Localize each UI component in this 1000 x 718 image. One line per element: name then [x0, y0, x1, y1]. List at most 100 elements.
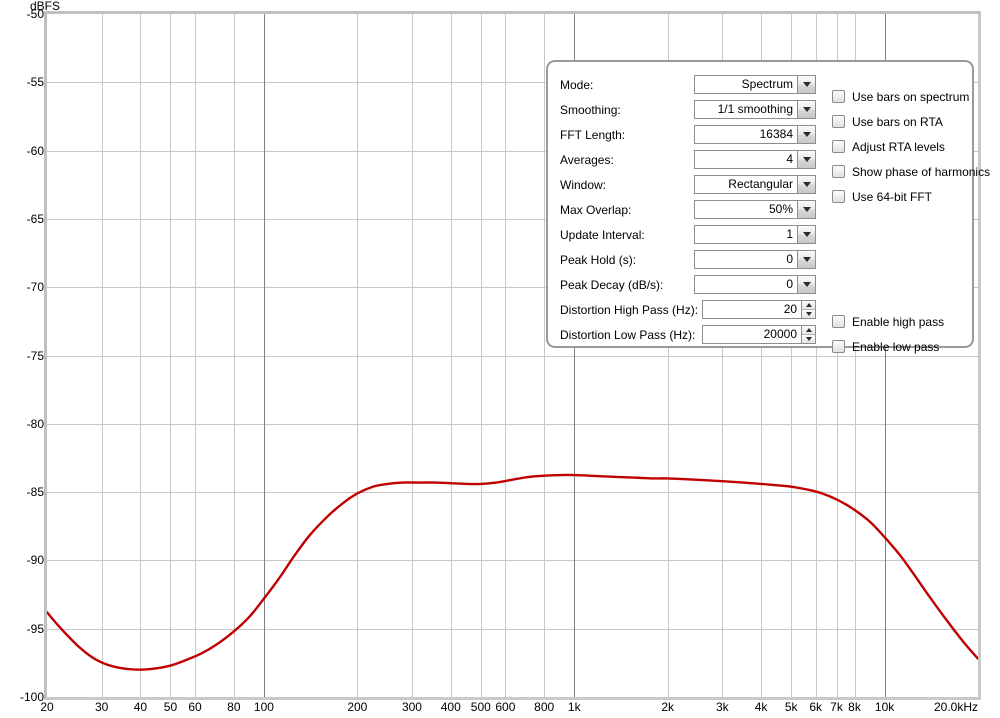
- x-axis-tick-label: 40: [133, 700, 148, 714]
- chevron-down-icon: [802, 232, 811, 237]
- chevron-down-icon: [802, 82, 811, 87]
- x-axis-tick-label: 20: [40, 700, 54, 714]
- field-value[interactable]: 4: [694, 150, 797, 169]
- checkbox-group-display: Use bars on spectrum Use bars on RTA Adjus…: [832, 84, 990, 209]
- x-axis-tick-label: 6k: [809, 700, 823, 714]
- checkbox-row[interactable]: Adjust RTA levels: [832, 134, 990, 159]
- field-label: Update Interval:: [560, 227, 645, 242]
- dropdown-control[interactable]: 1: [694, 225, 816, 244]
- settings-field-row: Smoothing: 1/1 smoothing: [560, 97, 816, 122]
- y-axis-tick-label: -55: [26, 75, 44, 90]
- y-axis-tick-label: -60: [26, 143, 44, 158]
- spinner-control[interactable]: 20: [702, 300, 817, 319]
- checkbox-row[interactable]: Use 64-bit FFT: [832, 184, 990, 209]
- settings-field-row: Peak Decay (dB/s): 0: [560, 272, 816, 297]
- dropdown-arrow-button[interactable]: [797, 175, 816, 194]
- checkbox-label: Use bars on spectrum: [852, 89, 970, 104]
- dropdown-control[interactable]: 1/1 smoothing: [694, 100, 816, 119]
- y-axis-tick-label: -65: [26, 211, 44, 226]
- x-axis-tick-label: 50: [163, 700, 178, 714]
- field-value[interactable]: 50%: [694, 200, 797, 219]
- dropdown-control[interactable]: 0: [694, 250, 816, 269]
- field-label: Peak Decay (dB/s):: [560, 277, 664, 292]
- dropdown-control[interactable]: 0: [694, 275, 816, 294]
- x-axis-tick-label: 8k: [848, 700, 861, 714]
- dropdown-control[interactable]: 4: [694, 150, 816, 169]
- spinner-down-button[interactable]: [802, 310, 816, 318]
- x-axis: 20 30 40 50 60 80 100 200 300 400 500 600 800 1k 2k 3k 4…: [0, 700, 1000, 718]
- checkbox-icon[interactable]: [832, 315, 845, 328]
- chevron-down-icon: [802, 107, 811, 112]
- triangle-down-icon: [805, 337, 812, 341]
- x-axis-tick-label: 4k: [754, 700, 768, 714]
- dropdown-arrow-button[interactable]: [797, 200, 816, 219]
- x-axis-tick-label: 600: [495, 700, 516, 714]
- checkbox-label: Use 64-bit FFT: [852, 189, 933, 204]
- dropdown-arrow-button[interactable]: [797, 100, 816, 119]
- settings-field-row: Distortion Low Pass (Hz): 20000: [560, 322, 816, 347]
- field-value[interactable]: 1/1 smoothing: [694, 100, 797, 119]
- settings-columns: Mode: Spectrum Smoothing: 1/1 smoothing FFT …: [560, 72, 990, 354]
- x-axis-tick-label: 3k: [715, 700, 729, 714]
- dropdown-arrow-button[interactable]: [797, 125, 816, 144]
- dropdown-control[interactable]: Spectrum: [694, 75, 816, 94]
- spinner-up-button[interactable]: [802, 326, 815, 335]
- chevron-down-icon: [802, 282, 811, 287]
- triangle-up-icon: [805, 303, 812, 307]
- checkbox-icon[interactable]: [832, 90, 845, 103]
- field-value[interactable]: 20000: [702, 325, 801, 344]
- x-axis-tick-label: 10k: [874, 700, 895, 714]
- field-label: Peak Hold (s):: [560, 252, 637, 267]
- field-value[interactable]: 20: [702, 300, 802, 319]
- checkbox-row[interactable]: Use bars on RTA: [832, 109, 990, 134]
- spectrum-settings-panel[interactable]: Mode: Spectrum Smoothing: 1/1 smoothing FFT …: [546, 60, 990, 354]
- x-axis-tick-label: 500: [470, 700, 491, 714]
- field-value[interactable]: Rectangular: [694, 175, 797, 194]
- dropdown-arrow-button[interactable]: [797, 275, 816, 294]
- dropdown-control[interactable]: 50%: [694, 200, 816, 219]
- checkbox-icon[interactable]: [832, 190, 845, 203]
- dropdown-arrow-button[interactable]: [797, 225, 816, 244]
- y-axis-tick-label: -50: [26, 7, 44, 21]
- spectrum-curve: [47, 473, 978, 671]
- checkbox-icon[interactable]: [832, 140, 845, 153]
- spinner-down-button[interactable]: [802, 335, 815, 343]
- dropdown-control[interactable]: Rectangular: [694, 175, 816, 194]
- spinner-control[interactable]: 20000: [702, 325, 816, 344]
- field-label: Max Overlap:: [560, 202, 632, 217]
- x-axis-tick-label: 400: [440, 700, 461, 714]
- field-value[interactable]: 0: [694, 275, 797, 294]
- checkbox-label: Adjust RTA levels: [852, 139, 945, 154]
- field-value[interactable]: 1: [694, 225, 797, 244]
- spinner-buttons: [801, 300, 817, 319]
- y-axis-tick-label: -90: [26, 553, 44, 568]
- field-value[interactable]: 0: [694, 250, 797, 269]
- field-value[interactable]: 16384: [694, 125, 797, 144]
- checkbox-icon[interactable]: [832, 165, 845, 178]
- checkbox-icon[interactable]: [832, 340, 845, 353]
- settings-panel-body: Mode: Spectrum Smoothing: 1/1 smoothing FFT …: [548, 62, 990, 354]
- y-axis-tick-label: -95: [26, 621, 44, 636]
- dropdown-control[interactable]: 16384: [694, 125, 816, 144]
- spinner-up-button[interactable]: [802, 301, 816, 310]
- checkbox-row[interactable]: Show phase of harmonics: [832, 159, 990, 184]
- x-axis-tick-label: 80: [227, 700, 241, 714]
- field-label: Window:: [560, 177, 607, 192]
- chevron-down-icon: [802, 207, 811, 212]
- dropdown-arrow-button[interactable]: [797, 75, 816, 94]
- checkbox-icon[interactable]: [832, 115, 845, 128]
- checkbox-row[interactable]: Use bars on spectrum: [832, 84, 990, 109]
- field-value[interactable]: Spectrum: [694, 75, 797, 94]
- x-axis-tick-label: 30: [94, 700, 109, 714]
- settings-field-row: FFT Length: 16384: [560, 122, 816, 147]
- x-axis-tick-label: 20.0kHz: [933, 700, 979, 714]
- checkbox-row[interactable]: Enable high pass: [832, 309, 944, 334]
- dropdown-arrow-button[interactable]: [797, 150, 816, 169]
- y-axis-tick-label: -80: [26, 416, 44, 431]
- settings-field-row: Averages: 4: [560, 147, 816, 172]
- checkbox-row[interactable]: Enable low pass: [832, 334, 944, 359]
- dropdown-arrow-button[interactable]: [797, 250, 816, 269]
- field-label: Mode:: [560, 77, 594, 92]
- y-axis-tick-label: -75: [26, 348, 44, 363]
- checkbox-group-filters: Enable high pass Enable low pass: [832, 309, 944, 359]
